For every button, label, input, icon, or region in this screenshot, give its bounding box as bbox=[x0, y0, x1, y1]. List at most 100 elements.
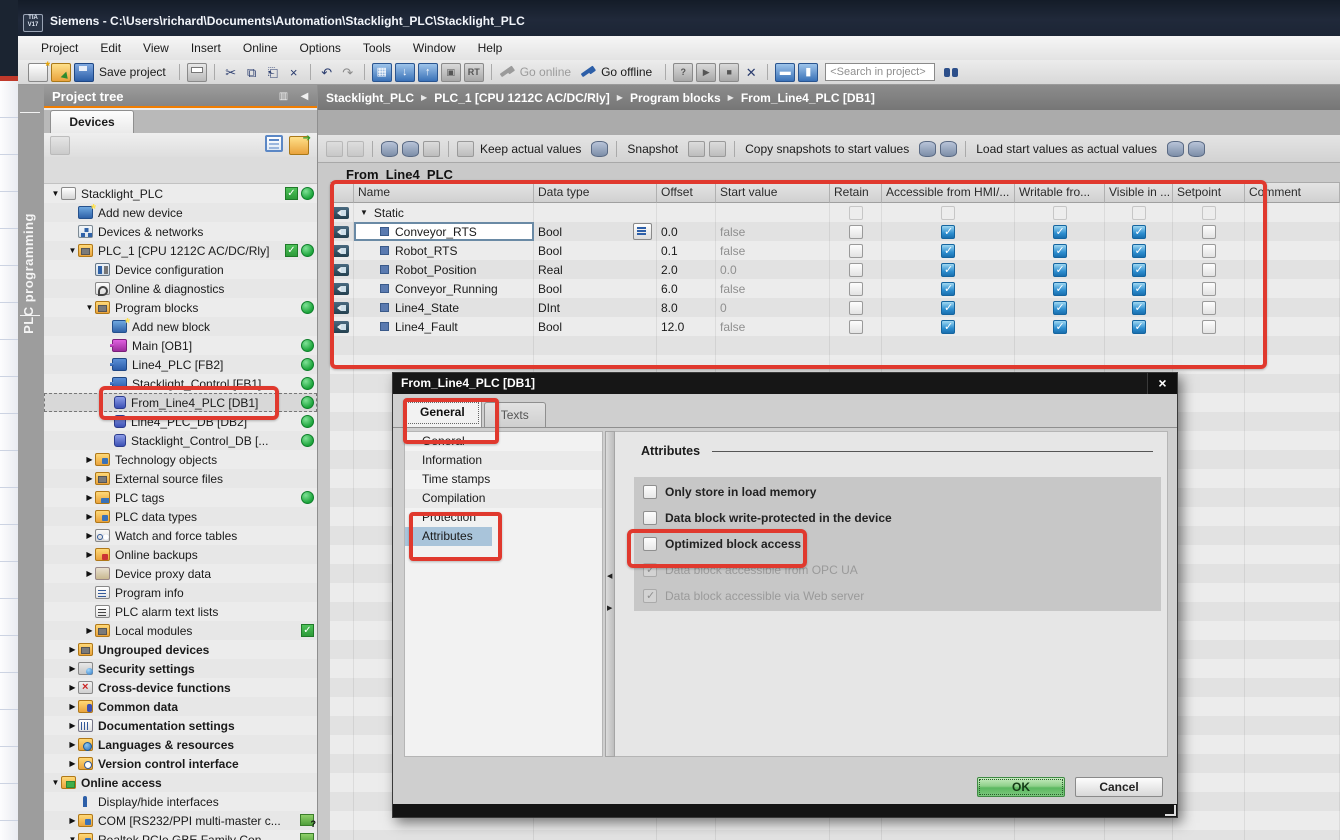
expander-down-icon[interactable]: ▼ bbox=[67, 246, 78, 255]
startvalue-cell[interactable]: false bbox=[716, 222, 830, 241]
expander-right-icon[interactable]: ▶ bbox=[84, 626, 95, 635]
writable-from-hmi-checkbox[interactable] bbox=[1053, 263, 1067, 277]
insert-row-icon[interactable] bbox=[326, 141, 343, 157]
accessible-from-hmi-checkbox[interactable] bbox=[941, 225, 955, 239]
accessible-from-hmi-checkbox[interactable] bbox=[941, 301, 955, 315]
load-start-values-all-icon[interactable] bbox=[1188, 141, 1205, 157]
checkbox-optimized-block-access[interactable] bbox=[643, 537, 657, 551]
split-vertical-icon[interactable]: ▮ bbox=[798, 63, 818, 82]
portal-strip[interactable]: PLC programming bbox=[18, 85, 45, 840]
menu-options[interactable]: Options bbox=[289, 38, 352, 58]
menu-window[interactable]: Window bbox=[402, 38, 467, 58]
tree-item-plc-data-types[interactable]: ▶PLC data types bbox=[44, 507, 317, 526]
expander-right-icon[interactable]: ▶ bbox=[84, 550, 95, 559]
splitter-right-arrow-icon[interactable]: ▶ bbox=[607, 604, 612, 612]
setpoint-checkbox[interactable] bbox=[1202, 320, 1216, 334]
retain-checkbox[interactable] bbox=[849, 225, 863, 239]
project-search-icon[interactable] bbox=[942, 64, 960, 81]
column-header-visible-in[interactable]: Visible in ... bbox=[1105, 183, 1173, 203]
go-online-label[interactable]: Go online bbox=[520, 65, 571, 79]
datatype-cell[interactable]: DInt bbox=[534, 298, 657, 317]
compile-icon[interactable]: ▦ bbox=[372, 63, 392, 82]
collapse-panel-icon[interactable]: ◀ bbox=[298, 90, 311, 103]
tree-item-device-configuration[interactable]: Device configuration bbox=[44, 260, 317, 279]
expander-right-icon[interactable]: ▶ bbox=[84, 531, 95, 540]
new-project-icon[interactable] bbox=[28, 63, 48, 82]
setpoint-checkbox[interactable] bbox=[1202, 263, 1216, 277]
visible-in-hmi-checkbox[interactable] bbox=[1132, 244, 1146, 258]
tree-item-from-line4-plc-db1[interactable]: From_Line4_PLC [DB1] bbox=[44, 393, 317, 412]
start-cpu-icon[interactable]: ▶ bbox=[696, 63, 716, 82]
tree-item-stacklight-plc[interactable]: ▼Stacklight_PLC bbox=[44, 184, 317, 203]
tree-item-security-settings[interactable]: ▶Security settings bbox=[44, 659, 317, 678]
tab-devices[interactable]: Devices bbox=[50, 110, 134, 134]
tree-item-online-diagnostics[interactable]: Online & diagnostics bbox=[44, 279, 317, 298]
name-cell[interactable]: Conveyor_Running bbox=[354, 279, 534, 298]
breadcrumb-stacklight-plc[interactable]: Stacklight_PLC bbox=[326, 91, 414, 105]
column-header-writable-fro[interactable]: Writable fro... bbox=[1015, 183, 1105, 203]
dialog-resize-handle[interactable] bbox=[1165, 805, 1176, 816]
upload-from-device-icon[interactable]: ↑ bbox=[418, 63, 438, 82]
expander-right-icon[interactable]: ▶ bbox=[67, 740, 78, 749]
expander-right-icon[interactable]: ▶ bbox=[67, 664, 78, 673]
name-cell[interactable]: Robot_Position bbox=[354, 260, 534, 279]
stop-cpu-icon[interactable]: ■ bbox=[719, 63, 739, 82]
retain-checkbox[interactable] bbox=[849, 263, 863, 277]
monitor-all-icon[interactable] bbox=[457, 141, 474, 157]
save-project-icon[interactable] bbox=[74, 63, 94, 82]
details-view-icon[interactable] bbox=[265, 135, 283, 152]
dialog-nav-general[interactable]: General bbox=[405, 432, 602, 451]
tree-item-plc-alarm-text-lists[interactable]: PLC alarm text lists bbox=[44, 602, 317, 621]
accessible-devices-icon[interactable]: ? bbox=[673, 63, 693, 82]
table-row-robot-rts[interactable]: Robot_RTSBool0.1false bbox=[330, 241, 1340, 260]
table-row-robot-position[interactable]: Robot_PositionReal2.00.0 bbox=[330, 260, 1340, 279]
tree-item-documentation-settings[interactable]: ▶Documentation settings bbox=[44, 716, 317, 735]
menu-online[interactable]: Online bbox=[232, 38, 289, 58]
breadcrumb-from-line4-plc-db1[interactable]: From_Line4_PLC [DB1] bbox=[741, 91, 875, 105]
tree-item-program-info[interactable]: Program info bbox=[44, 583, 317, 602]
tree-item-languages-resources[interactable]: ▶Languages & resources bbox=[44, 735, 317, 754]
dialog-nav-information[interactable]: Information bbox=[405, 451, 602, 470]
checkbox-data-block-write-protected-in-the-device[interactable] bbox=[643, 511, 657, 525]
expander-right-icon[interactable]: ▶ bbox=[84, 493, 95, 502]
column-header-offset[interactable]: Offset bbox=[657, 183, 716, 203]
expander-right-icon[interactable]: ▶ bbox=[84, 569, 95, 578]
menu-project[interactable]: Project bbox=[30, 38, 89, 58]
tree-item-plc-tags[interactable]: ▶PLC tags bbox=[44, 488, 317, 507]
expander-right-icon[interactable]: ▶ bbox=[67, 721, 78, 730]
tree-item-realtek-pcie-gbe-family-con[interactable]: ▼Realtek PCIe GBE Family Con... bbox=[44, 830, 317, 840]
copy-snapshot-icon[interactable] bbox=[919, 141, 936, 157]
visible-in-hmi-checkbox[interactable] bbox=[1132, 263, 1146, 277]
comment-cell[interactable] bbox=[1245, 317, 1340, 336]
table-row-line4-state[interactable]: Line4_StateDInt8.00 bbox=[330, 298, 1340, 317]
dialog-tab-general[interactable]: General bbox=[403, 399, 482, 427]
table-row-conveyor-rts[interactable]: Conveyor_RTSBool0.0false bbox=[330, 222, 1340, 241]
table-row-static[interactable]: ▼Static bbox=[330, 203, 1340, 222]
save-project-label[interactable]: Save project bbox=[99, 65, 166, 79]
writable-from-hmi-checkbox[interactable] bbox=[1053, 301, 1067, 315]
menu-edit[interactable]: Edit bbox=[89, 38, 132, 58]
comment-cell[interactable] bbox=[1245, 222, 1340, 241]
writable-from-hmi-checkbox[interactable] bbox=[1053, 282, 1067, 296]
retain-checkbox[interactable] bbox=[849, 244, 863, 258]
column-header-name[interactable]: Name bbox=[354, 183, 534, 203]
tree-item-program-blocks[interactable]: ▼Program blocks bbox=[44, 298, 317, 317]
column-header-comment[interactable]: Comment bbox=[1245, 183, 1340, 203]
accessible-from-hmi-checkbox[interactable] bbox=[941, 320, 955, 334]
column-header-accessible-from-hmi[interactable]: Accessible from HMI/... bbox=[882, 183, 1015, 203]
tree-item-plc-1-cpu-1212c-ac-dc-rly[interactable]: ▼PLC_1 [CPU 1212C AC/DC/Rly] bbox=[44, 241, 317, 260]
expander-right-icon[interactable]: ▶ bbox=[67, 683, 78, 692]
menu-help[interactable]: Help bbox=[467, 38, 514, 58]
tree-item-line4-plc-db-db2[interactable]: Line4_PLC_DB [DB2] bbox=[44, 412, 317, 431]
copy-snapshots-label[interactable]: Copy snapshots to start values bbox=[745, 142, 909, 156]
setpoint-checkbox[interactable] bbox=[1202, 225, 1216, 239]
go-offline-label[interactable]: Go offline bbox=[601, 65, 652, 79]
runtime-icon[interactable]: RT bbox=[464, 63, 484, 82]
tree-item-ungrouped-devices[interactable]: ▶Ungrouped devices bbox=[44, 640, 317, 659]
download-to-device-icon[interactable]: ↓ bbox=[395, 63, 415, 82]
keep-actual-values-icon[interactable] bbox=[381, 141, 398, 157]
tree-item-external-source-files[interactable]: ▶External source files bbox=[44, 469, 317, 488]
visible-in-hmi-checkbox[interactable] bbox=[1132, 320, 1146, 334]
add-tag-table-icon[interactable] bbox=[50, 136, 70, 155]
name-cell[interactable]: Conveyor_RTS bbox=[354, 222, 534, 241]
